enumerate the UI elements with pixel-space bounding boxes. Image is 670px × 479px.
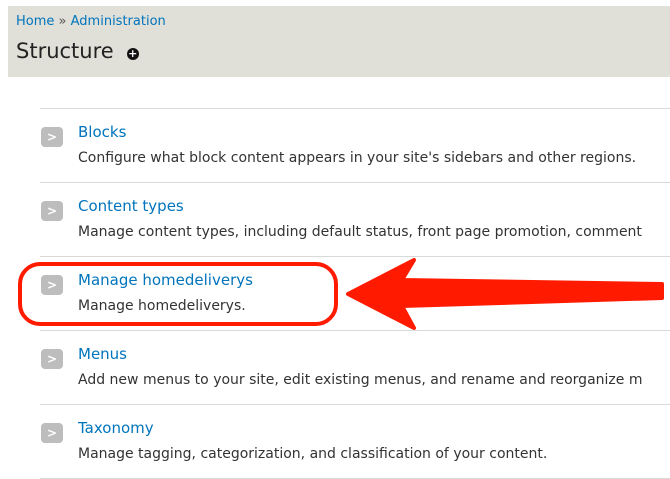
list-item-description: Manage homedeliverys. [78, 298, 246, 314]
list-item-description: Manage tagging, categorization, and clas… [78, 446, 548, 462]
breadcrumb: Home » Administration [16, 14, 166, 29]
breadcrumb-separator: » [58, 14, 67, 29]
page-header: Home » Administration Structure + [8, 6, 670, 77]
plus-circle-icon[interactable]: + [126, 47, 139, 60]
list-item-taxonomy: > Taxonomy Manage tagging, categorizatio… [40, 405, 670, 479]
list-item-link[interactable]: Taxonomy [78, 419, 154, 437]
list-item-description: Manage content types, including default … [78, 224, 642, 240]
list-item-link[interactable]: Content types [78, 197, 184, 215]
chevron-right-icon: > [41, 127, 63, 147]
list-item-link[interactable]: Manage homedeliverys [78, 271, 253, 289]
title-row: Structure + [16, 39, 139, 63]
list-item-link[interactable]: Menus [78, 345, 127, 363]
list-item-description: Configure what block content appears in … [78, 150, 637, 166]
admin-structure-list: > Blocks Configure what block content ap… [40, 108, 670, 479]
list-item-link[interactable]: Blocks [78, 123, 126, 141]
list-item-description: Add new menus to your site, edit existin… [78, 372, 643, 388]
chevron-right-icon: > [41, 275, 63, 295]
list-item-menus: > Menus Add new menus to your site, edit… [40, 331, 670, 405]
list-item-manage-homedeliverys: > Manage homedeliverys Manage homedelive… [40, 257, 670, 331]
chevron-right-icon: > [41, 349, 63, 369]
list-item-blocks: > Blocks Configure what block content ap… [40, 109, 670, 183]
list-item-content-types: > Content types Manage content types, in… [40, 183, 670, 257]
chevron-right-icon: > [41, 201, 63, 221]
page-title: Structure [16, 39, 114, 63]
breadcrumb-administration-link[interactable]: Administration [71, 14, 166, 29]
chevron-right-icon: > [41, 423, 63, 443]
breadcrumb-home-link[interactable]: Home [16, 14, 54, 29]
